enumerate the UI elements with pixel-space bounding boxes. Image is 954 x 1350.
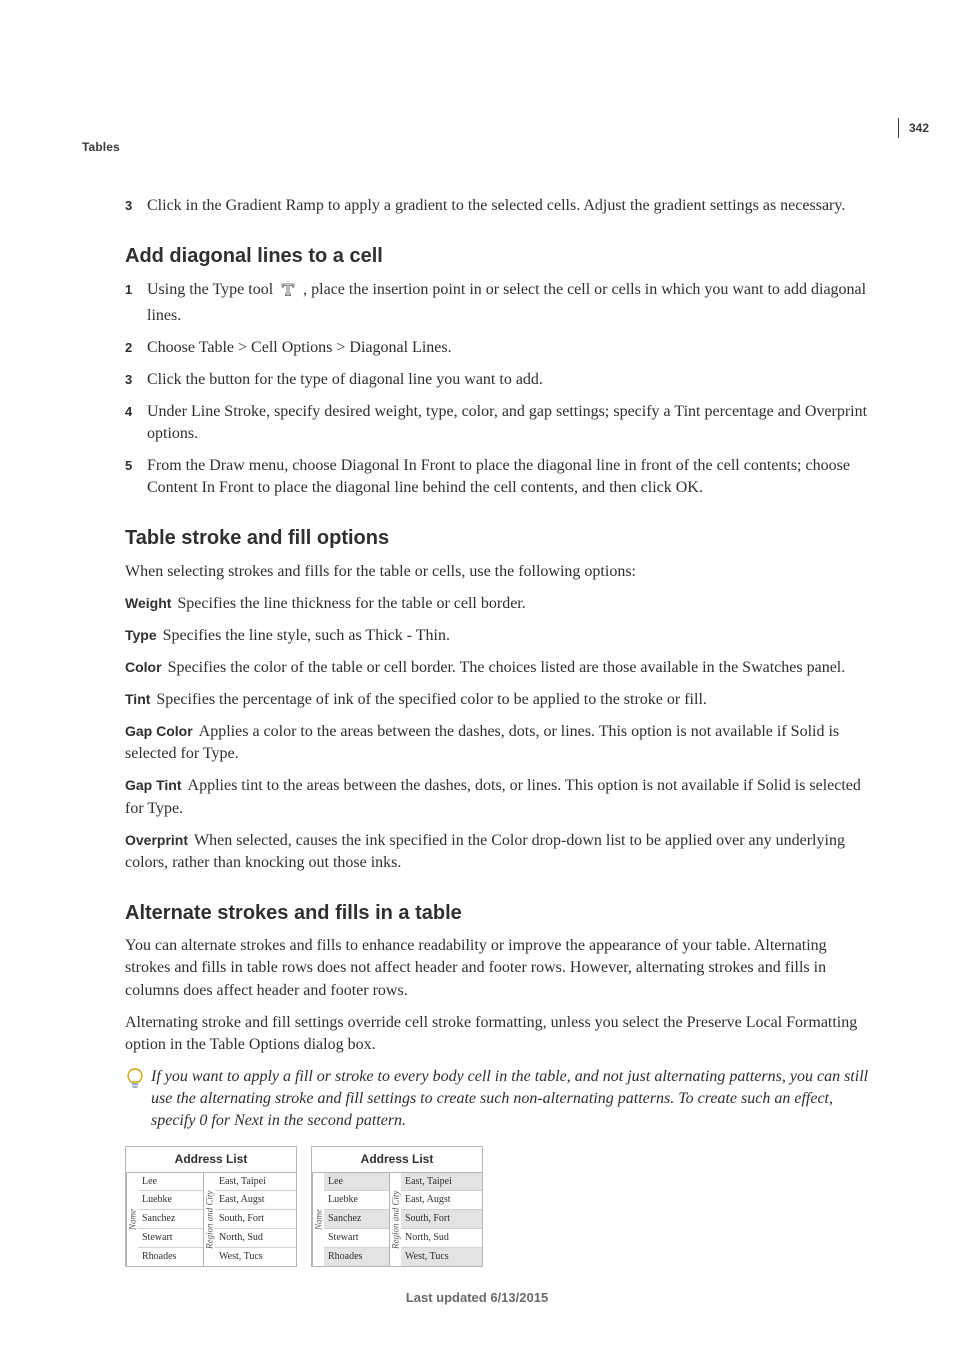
table-cell: North, Sud xyxy=(215,1229,296,1248)
step-text: Click in the Gradient Ramp to apply a gr… xyxy=(147,197,845,214)
table-cell: Sanchez xyxy=(324,1210,389,1229)
definition-term: Gap Tint xyxy=(125,777,182,793)
table-cell: Lee xyxy=(138,1173,203,1192)
step-text: Choose Table > Cell Options > Diagonal L… xyxy=(147,339,452,356)
step-item: 4 Under Line Stroke, specify desired wei… xyxy=(125,401,870,445)
step-item: 1 Using the Type tool , place the insert… xyxy=(125,279,870,327)
definition-item: Gap TintApplies tint to the areas betwee… xyxy=(125,775,870,819)
table-cell: Stewart xyxy=(138,1229,203,1248)
definition-term: Gap Color xyxy=(125,723,193,739)
definition-desc: Specifies the line style, such as Thick … xyxy=(163,627,450,644)
sample-table-alternating: Address List Name Lee Region and City Ea… xyxy=(311,1146,483,1267)
table-cell: Luebke xyxy=(138,1191,203,1210)
heading-alternate: Alternate strokes and fills in a table xyxy=(125,900,870,928)
definition-desc: Specifies the percentage of ink of the s… xyxy=(156,691,706,708)
table-cell: Sanchez xyxy=(138,1210,203,1229)
step-text: Using the Type tool , place the insertio… xyxy=(147,281,866,324)
definition-item: Tint Specifies the percentage of ink of t… xyxy=(125,689,870,711)
table-cell: East, Taipei xyxy=(401,1173,482,1192)
table-cell: East, Taipei xyxy=(215,1173,296,1192)
table-cell: Luebke xyxy=(324,1191,389,1210)
step-text: Under Line Stroke, specify desired weigh… xyxy=(147,403,867,442)
heading-diagonal: Add diagonal lines to a cell xyxy=(125,243,870,271)
table-cell: East, Augst xyxy=(401,1191,482,1210)
vertical-header-name: Name xyxy=(126,1173,138,1266)
step-text: From the Draw menu, choose Diagonal In F… xyxy=(147,457,850,496)
vertical-header-region: Region and City xyxy=(389,1173,401,1266)
definition-desc: When selected, causes the ink specified … xyxy=(125,832,845,871)
definition-item: Weight Specifies the line thickness for t… xyxy=(125,593,870,615)
page: Tables 342 3 Click in the Gradient Ramp … xyxy=(0,0,954,1350)
heading-stroke-fill: Table stroke and fill options xyxy=(125,525,870,553)
sample-table-title: Address List xyxy=(312,1147,482,1173)
table-cell: South, Fort xyxy=(401,1210,482,1229)
step-item: 2 Choose Table > Cell Options > Diagonal… xyxy=(125,337,870,359)
sample-tables: Address List Name Lee Region and City Ea… xyxy=(125,1146,870,1267)
step-item: 3 Click in the Gradient Ramp to apply a … xyxy=(125,195,870,217)
intro-paragraph: When selecting strokes and fills for the… xyxy=(125,561,870,583)
type-tool-icon xyxy=(279,280,297,305)
step-text: Click the button for the type of diagona… xyxy=(147,371,543,388)
table-cell: West, Tucs xyxy=(401,1248,482,1266)
definition-term: Type xyxy=(125,627,157,643)
definition-term: Overprint xyxy=(125,832,188,848)
step-number: 4 xyxy=(125,403,132,421)
table-cell: East, Augst xyxy=(215,1191,296,1210)
footer-last-updated: Last updated 6/13/2015 xyxy=(0,1290,954,1305)
sample-table-plain: Address List Name Lee Region and City Ea… xyxy=(125,1146,297,1267)
vertical-header-name: Name xyxy=(312,1173,324,1266)
paragraph: Alternating stroke and fill settings ove… xyxy=(125,1012,870,1056)
definition-item: Gap ColorApplies a color to the areas be… xyxy=(125,721,870,765)
step-item: 5 From the Draw menu, choose Diagonal In… xyxy=(125,455,870,499)
step-number: 3 xyxy=(125,197,132,215)
definition-desc: Applies a color to the areas between the… xyxy=(125,723,839,762)
tip-paragraph: If you want to apply a fill or stroke to… xyxy=(125,1066,870,1132)
table-cell: Stewart xyxy=(324,1229,389,1248)
table-cell: South, Fort xyxy=(215,1210,296,1229)
definition-term: Tint xyxy=(125,691,150,707)
step-text-pre: Using the Type tool xyxy=(147,281,277,298)
running-head: Tables xyxy=(82,140,120,154)
definition-desc: Applies tint to the areas between the da… xyxy=(125,777,861,816)
table-cell: North, Sud xyxy=(401,1229,482,1248)
lightbulb-icon xyxy=(125,1068,145,1097)
tip-text: If you want to apply a fill or stroke to… xyxy=(151,1068,868,1129)
definition-term: Weight xyxy=(125,595,171,611)
definition-desc: Specifies the line thickness for the tab… xyxy=(177,595,525,612)
definition-item: OverprintWhen selected, causes the ink s… xyxy=(125,830,870,874)
definition-item: Type Specifies the line style, such as Th… xyxy=(125,625,870,647)
step-number: 2 xyxy=(125,339,132,357)
step-number: 5 xyxy=(125,457,132,475)
step-number: 3 xyxy=(125,371,132,389)
step-item: 3 Click the button for the type of diago… xyxy=(125,369,870,391)
page-number: 342 xyxy=(898,118,929,138)
definition-item: Color Specifies the color of the table or… xyxy=(125,657,870,679)
definition-desc: Specifies the color of the table or cell… xyxy=(168,659,846,676)
paragraph: You can alternate strokes and fills to e… xyxy=(125,935,870,1001)
table-cell: West, Tucs xyxy=(215,1248,296,1266)
definition-term: Color xyxy=(125,659,162,675)
vertical-header-region: Region and City xyxy=(203,1173,215,1266)
step-number: 1 xyxy=(125,281,132,299)
sample-table-title: Address List xyxy=(126,1147,296,1173)
table-cell: Lee xyxy=(324,1173,389,1192)
body-column: 3 Click in the Gradient Ramp to apply a … xyxy=(125,195,870,1267)
table-cell: Rhoades xyxy=(138,1248,203,1266)
table-cell: Rhoades xyxy=(324,1248,389,1266)
